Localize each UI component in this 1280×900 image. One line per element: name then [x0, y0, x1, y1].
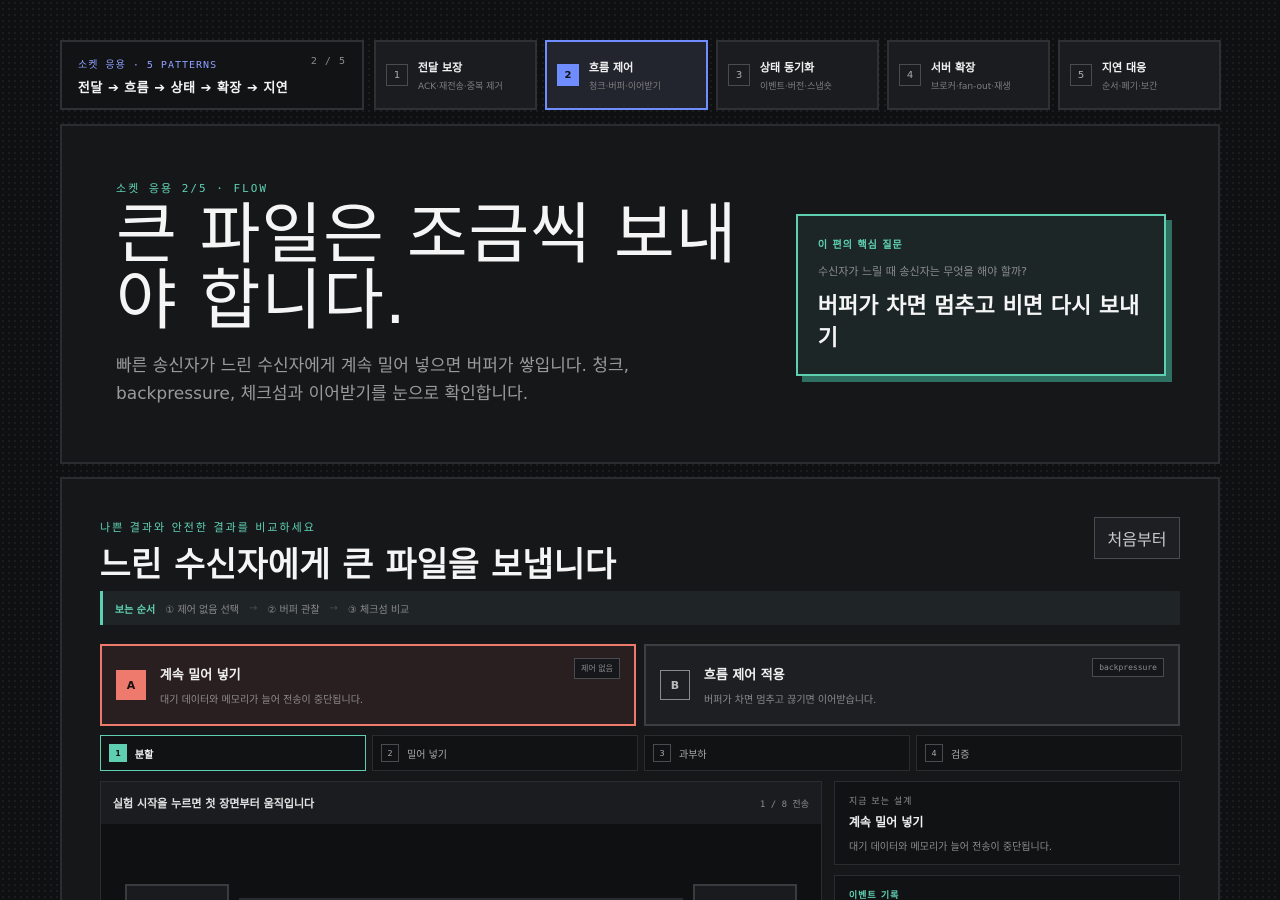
phase-label: 과부하 [679, 749, 707, 761]
step-sub: 순서·폐기·보간 [1102, 81, 1158, 92]
option-sub: 버퍼가 차면 멈추고 끊기면 이어받습니다. [704, 695, 877, 706]
step-sub: ACK·재전송·중복 제거 [418, 81, 503, 92]
phase-number: 1 [109, 744, 127, 762]
transfer-counter: 1 / 8 전송 [759, 799, 809, 810]
option-badge: B [660, 670, 690, 700]
step-3[interactable]: 3 상태 동기화 이벤트·버전·스냅숏 [716, 40, 879, 110]
step-number: 4 [899, 64, 921, 86]
hero-eyebrow: 소켓 응용 2/5 · FLOW [116, 182, 268, 195]
hero-description: 빠른 송신자가 느린 수신자에게 계속 밀어 넣으면 버퍼가 쌓입니다. 청크,… [116, 356, 630, 404]
step-4[interactable]: 4 서버 확장 브로커·fan-out·재생 [887, 40, 1050, 110]
design-title: 계속 밀어 넣기 [849, 815, 924, 829]
phase-label: 밀어 넣기 [407, 749, 447, 761]
step-number: 5 [1070, 64, 1092, 86]
step-number: 2 [557, 64, 579, 86]
step-title: 지연 대응 [1102, 60, 1147, 74]
step-number: 1 [386, 64, 408, 86]
option-title: 흐름 제어 적용 [704, 668, 785, 683]
option-b-flow-control[interactable]: B 흐름 제어 적용 버퍼가 차면 멈추고 끊기면 이어받습니다. backpr… [644, 644, 1180, 726]
order-step: ③ 체크섬 비교 [347, 604, 410, 616]
hero-title: 큰 파일은 조금씩 보내야 합니다. [116, 196, 738, 339]
step-title: 흐름 제어 [589, 60, 634, 74]
answer-text: 버퍼가 차면 멈추고 비면 다시 보내기 [818, 294, 1140, 351]
option-tag: 제어 없음 [574, 658, 620, 679]
current-design-card: 지금 보는 설계 계속 밀어 넣기 대기 데이터와 메모리가 늘어 전송이 중단… [834, 781, 1180, 865]
lab-title: 느린 수신자에게 큰 파일을 보냅니다 [100, 545, 617, 585]
lab-section: 나쁜 결과와 안전한 결과를 비교하세요 느린 수신자에게 큰 파일을 보냅니다… [60, 477, 1220, 900]
phase-tab-3[interactable]: 3 과부하 [644, 735, 910, 771]
key-question-card: 이 편의 핵심 질문 수신자가 느릴 때 송신자는 무엇을 해야 할까? 버퍼가… [796, 214, 1166, 376]
simulation-title: 실험 시작을 누르면 첫 장면부터 움직입니다 [113, 797, 315, 810]
phase-tab-1[interactable]: 1 분할 [100, 735, 366, 771]
reset-button[interactable]: 처음부터 [1094, 517, 1180, 559]
option-a-push[interactable]: A 계속 밀어 넣기 대기 데이터와 메모리가 늘어 전송이 중단됩니다. 제어… [100, 644, 636, 726]
step-sub: 이벤트·버전·스냅숏 [760, 81, 832, 92]
phase-tab-2[interactable]: 2 밀어 넣기 [372, 735, 638, 771]
step-title: 전달 보장 [418, 60, 463, 74]
order-label: 보는 순서 [115, 604, 156, 616]
event-log-label: 이벤트 기록 [849, 891, 900, 900]
step-title: 서버 확장 [931, 60, 976, 74]
series-count: 2 / 5 [310, 56, 346, 67]
step-sub: 브로커·fan-out·재생 [931, 81, 1011, 92]
design-label: 지금 보는 설계 [849, 797, 913, 807]
phase-number: 3 [653, 744, 671, 762]
option-tag: backpressure [1092, 658, 1164, 677]
phase-label: 검증 [951, 749, 970, 761]
design-sub: 대기 데이터와 메모리가 늘어 전송이 중단됩니다. [849, 842, 1053, 853]
viewing-order-bar: 보는 순서 ① 제어 없음 선택 → ② 버퍼 관찰 → ③ 체크섬 비교 [100, 591, 1180, 625]
event-log-card: 이벤트 기록 [834, 875, 1180, 900]
question-text: 수신자가 느릴 때 송신자는 무엇을 해야 할까? [818, 265, 1027, 278]
order-step: ① 제어 없음 선택 [165, 604, 239, 616]
step-title: 상태 동기화 [760, 60, 815, 74]
phase-tab-4[interactable]: 4 검증 [916, 735, 1182, 771]
lab-eyebrow: 나쁜 결과와 안전한 결과를 비교하세요 [100, 521, 316, 534]
series-steps: 1 전달 보장 ACK·재전송·중복 제거 2 흐름 제어 청크·버퍼·이어받기… [374, 40, 1221, 110]
order-step: ② 버퍼 관찰 [267, 604, 320, 616]
series-eyebrow: 소켓 응용 · 5 PATTERNS [78, 60, 218, 71]
step-1[interactable]: 1 전달 보장 ACK·재전송·중복 제거 [374, 40, 537, 110]
phase-number: 2 [381, 744, 399, 762]
receiver-node [693, 884, 797, 900]
step-number: 3 [728, 64, 750, 86]
series-path: 전달 ➔ 흐름 ➔ 상태 ➔ 확장 ➔ 지연 [78, 81, 289, 96]
step-2[interactable]: 2 흐름 제어 청크·버퍼·이어받기 [545, 40, 708, 110]
simulation-panel: 실험 시작을 누르면 첫 장면부터 움직입니다 1 / 8 전송 [100, 781, 822, 900]
option-sub: 대기 데이터와 메모리가 늘어 전송이 중단됩니다. [160, 695, 364, 706]
simulation-header: 실험 시작을 누르면 첫 장면부터 움직입니다 1 / 8 전송 [101, 782, 821, 824]
arrow-right-icon: → [329, 602, 338, 614]
phase-number: 4 [925, 744, 943, 762]
hero-section: 소켓 응용 2/5 · FLOW 큰 파일은 조금씩 보내야 합니다. 빠른 송… [60, 124, 1220, 464]
option-title: 계속 밀어 넣기 [160, 668, 241, 683]
phase-label: 분할 [135, 749, 154, 761]
question-label: 이 편의 핵심 질문 [818, 240, 903, 251]
phase-tabs: 1 분할 2 밀어 넣기 3 과부하 4 검증 [100, 735, 1182, 771]
series-overview: 소켓 응용 · 5 PATTERNS 2 / 5 전달 ➔ 흐름 ➔ 상태 ➔ … [60, 40, 364, 110]
option-badge: A [116, 670, 146, 700]
step-5[interactable]: 5 지연 대응 순서·폐기·보간 [1058, 40, 1221, 110]
step-sub: 청크·버퍼·이어받기 [589, 81, 661, 92]
arrow-right-icon: → [249, 602, 258, 614]
sender-node [125, 884, 229, 900]
